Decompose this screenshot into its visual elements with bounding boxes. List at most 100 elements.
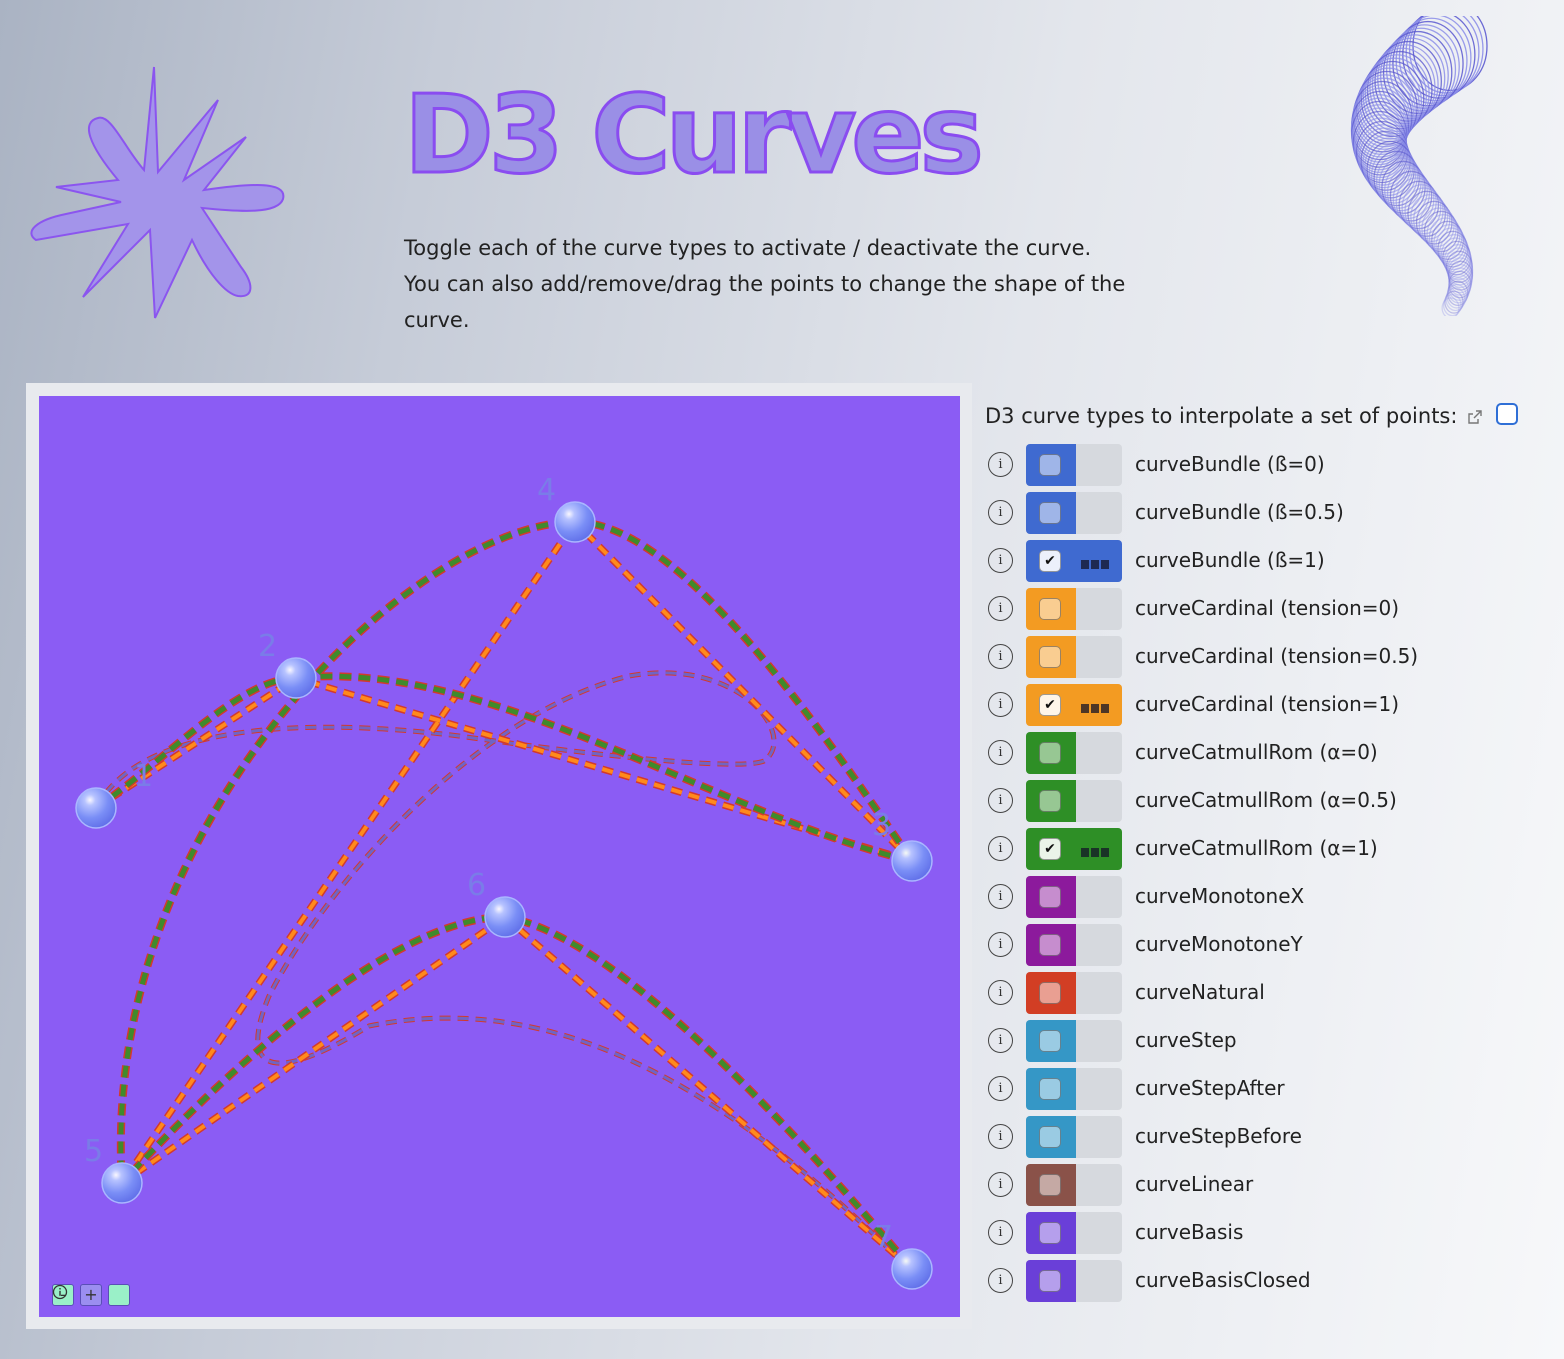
zoom-in-button[interactable]: + (80, 1284, 102, 1306)
curve-type-row: i curveStep (986, 1018, 1546, 1066)
toggle-all-checkbox[interactable] (1496, 403, 1518, 425)
curve-type-label: curveCardinal (tension=0) (1135, 596, 1400, 620)
curve-toggle-switch[interactable]: ✔ (1026, 684, 1122, 726)
control-point-3[interactable]: 3 (872, 808, 933, 882)
info-icon[interactable]: i (988, 980, 1013, 1005)
curve-type-row: i curveBundle (ß=0.5) (986, 490, 1546, 538)
canvas-info-button[interactable] (52, 1284, 130, 1306)
curve-checkbox[interactable] (1039, 886, 1061, 908)
curve-type-label: curveBundle (ß=1) (1135, 548, 1325, 572)
control-point-handle[interactable] (275, 657, 317, 699)
info-icon[interactable]: i (988, 452, 1013, 477)
curve-type-row: i curveBasis (986, 1210, 1546, 1258)
info-icon[interactable]: i (988, 1124, 1013, 1149)
info-icon[interactable]: i (988, 644, 1013, 669)
info-icon[interactable]: i (988, 1028, 1013, 1053)
control-point-label: 7 (874, 1220, 893, 1255)
control-point-label: 4 (537, 473, 556, 508)
curve-checkbox[interactable] (1039, 502, 1061, 524)
curve-checkbox[interactable] (1039, 790, 1061, 812)
curve-type-row: i curveStepAfter (986, 1066, 1546, 1114)
control-point-6[interactable]: 6 (467, 868, 526, 938)
info-icon[interactable]: i (988, 1076, 1013, 1101)
curve-toggle-switch[interactable] (1026, 1116, 1122, 1158)
curve-type-label: curveBundle (ß=0) (1135, 452, 1325, 476)
curve-checkbox[interactable] (1039, 1222, 1061, 1244)
control-point-handle[interactable] (554, 501, 596, 543)
info-icon (52, 1284, 68, 1300)
curve-checkbox[interactable] (1039, 454, 1061, 476)
curve-toggle-switch[interactable]: ✔ (1026, 540, 1122, 582)
curve-paths (93, 516, 922, 1272)
curve-toggle-switch[interactable] (1026, 1068, 1122, 1110)
curve-checkbox[interactable] (1039, 1270, 1061, 1292)
info-icon[interactable]: i (988, 836, 1013, 861)
curve-checkbox[interactable] (1039, 1030, 1061, 1052)
info-icon[interactable]: i (988, 500, 1013, 525)
curve-type-label: curveStepAfter (1135, 1076, 1285, 1100)
control-point-4[interactable]: 4 (537, 473, 596, 543)
curve-type-label: curveNatural (1135, 980, 1265, 1004)
curve-type-label: curveLinear (1135, 1172, 1254, 1196)
curve-toggle-switch[interactable]: ✔ (1026, 828, 1122, 870)
control-point-label: 3 (872, 808, 891, 843)
control-point-handle[interactable] (101, 1162, 143, 1204)
curve-toggle-switch[interactable] (1026, 924, 1122, 966)
info-icon[interactable]: i (988, 740, 1013, 765)
curve-checkbox[interactable] (1039, 982, 1061, 1004)
control-point-handle[interactable] (891, 840, 933, 882)
curve-type-row: i curveMonotoneX (986, 874, 1546, 922)
curve-toggle-switch[interactable] (1026, 732, 1122, 774)
info-icon[interactable]: i (988, 932, 1013, 957)
info-icon[interactable]: i (988, 692, 1013, 717)
curve-canvas[interactable]: 1 2 3 4 5 6 7 - + (39, 396, 960, 1317)
checkmark-icon[interactable]: ✔ (1039, 694, 1061, 716)
curve-checkbox[interactable] (1039, 1126, 1061, 1148)
checkmark-icon[interactable]: ✔ (1039, 838, 1061, 860)
curve-toggle-switch[interactable] (1026, 876, 1122, 918)
info-icon[interactable]: i (988, 1268, 1013, 1293)
intro-line-2: You can also add/remove/drag the points … (404, 272, 1126, 332)
curve-toggle-switch[interactable] (1026, 1164, 1122, 1206)
control-points[interactable]: 1 2 3 4 5 6 7 (75, 473, 933, 1290)
curve-checkbox[interactable] (1039, 646, 1061, 668)
curve-toggle-switch[interactable] (1026, 588, 1122, 630)
starburst-logo-icon (30, 66, 285, 319)
curve-toggle-switch[interactable] (1026, 1260, 1122, 1302)
curve-toggle-switch[interactable] (1026, 636, 1122, 678)
curve-type-label: curveBasis (1135, 1220, 1244, 1244)
curve-checkbox[interactable] (1039, 934, 1061, 956)
curve-checkbox[interactable] (1039, 742, 1061, 764)
curve-toggle-switch[interactable] (1026, 1020, 1122, 1062)
curve-cardinal-path (94, 516, 915, 1272)
curve-toggle-switch[interactable] (1026, 972, 1122, 1014)
dash-pattern-icon (1081, 704, 1109, 713)
control-point-handle[interactable] (484, 896, 526, 938)
external-link-icon[interactable] (1467, 409, 1483, 425)
curve-toggle-switch[interactable] (1026, 780, 1122, 822)
control-point-handle[interactable] (75, 787, 117, 829)
control-point-5[interactable]: 5 (84, 1134, 143, 1204)
curve-type-row: i curveLinear (986, 1162, 1546, 1210)
control-point-7[interactable]: 7 (874, 1220, 933, 1290)
checkmark-icon[interactable]: ✔ (1039, 550, 1061, 572)
curve-toggle-switch[interactable] (1026, 492, 1122, 534)
curve-toggle-switch[interactable] (1026, 1212, 1122, 1254)
info-icon[interactable]: i (988, 1172, 1013, 1197)
info-icon[interactable]: i (988, 596, 1013, 621)
curve-checkbox[interactable] (1039, 1078, 1061, 1100)
info-icon[interactable]: i (988, 1220, 1013, 1245)
curve-checkbox[interactable] (1039, 598, 1061, 620)
info-icon[interactable]: i (988, 884, 1013, 909)
info-icon[interactable]: i (988, 548, 1013, 573)
control-point-handle[interactable] (891, 1248, 933, 1290)
curve-type-list: i curveBundle (ß=0) i curveBundle (ß=0.5) i ✔… (986, 442, 1546, 1306)
curves-plot[interactable]: 1 2 3 4 5 6 7 (39, 396, 960, 1317)
curve-type-label: curveCardinal (tension=1) (1135, 692, 1400, 716)
curve-toggle-switch[interactable] (1026, 444, 1122, 486)
info-icon[interactable]: i (988, 788, 1013, 813)
curve-type-row: i curveBasisClosed (986, 1258, 1546, 1306)
curve-type-row: i curveStepBefore (986, 1114, 1546, 1162)
curve-checkbox[interactable] (1039, 1174, 1061, 1196)
curve-type-label: curveCatmullRom (α=0) (1135, 740, 1378, 764)
